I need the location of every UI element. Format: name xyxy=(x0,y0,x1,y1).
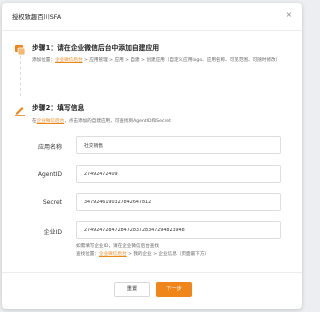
pencil-icon xyxy=(14,101,26,116)
next-step-button[interactable]: 下一步 xyxy=(156,282,192,297)
secret-label: Secret xyxy=(42,199,62,206)
card-icon xyxy=(14,41,26,56)
reset-button[interactable]: 重置 xyxy=(114,282,150,297)
wecom-admin-link[interactable]: 企业微信后台 xyxy=(55,58,83,63)
hint-rest: > 我的企业 > 企业信息（页面最下方） xyxy=(126,252,210,257)
agent-id-label: AgentID xyxy=(37,171,62,178)
dialog-footer xyxy=(2,272,302,273)
corp-id-hint-line2: 查找位置：企业微信后台 > 我的企业 > 企业信息（页面最下方） xyxy=(76,251,209,259)
step1-description: 添加位置：企业微信后台 > 应用管理 > 应用 > 自建 > 创建应用（自定义应… xyxy=(32,56,284,65)
step2-title: 步骤2：填写信息 xyxy=(32,104,85,112)
app-name-input[interactable] xyxy=(76,136,281,154)
step1-title: 步骤1：请在企业微信后台中添加自建应用 xyxy=(32,44,160,52)
dialog-title: 授权致趣百川SFA xyxy=(12,14,62,21)
wecom-admin-link[interactable]: 企业微信后台 xyxy=(99,252,127,257)
step1-path-prefix: 添加位置： xyxy=(32,58,55,63)
agent-id-input[interactable] xyxy=(76,165,281,183)
authorize-dialog: 授权致趣百川SFA × 步骤1：请在企业微信后台中添加自建应用 添加位置：企业微… xyxy=(2,3,302,309)
step2-desc-rest: ，点击添加的自建应用，可查找到AgentID和Secret xyxy=(64,119,171,124)
corp-id-label: 企业ID xyxy=(43,229,62,236)
corp-id-input[interactable] xyxy=(76,221,281,239)
corp-id-hint-line1: 如需填写企业ID，请在企业微信后台查找 xyxy=(76,244,159,249)
close-icon[interactable]: × xyxy=(284,10,294,20)
app-name-label: 应用名称 xyxy=(37,144,62,151)
step2-description: 在企业微信后台，点击添加的自建应用，可查找到AgentID和Secret xyxy=(32,117,284,126)
secret-input[interactable] xyxy=(76,193,281,211)
wecom-admin-link[interactable]: 企业微信后台 xyxy=(37,119,65,124)
step-divider-line xyxy=(20,56,21,96)
hint-prefix: 查找位置： xyxy=(76,252,99,257)
dialog-header: 授权致趣百川SFA × xyxy=(2,3,302,31)
step1-path-rest: > 应用管理 > 应用 > 自建 > 创建应用（自定义应用logo、应用名称、可… xyxy=(82,58,281,63)
